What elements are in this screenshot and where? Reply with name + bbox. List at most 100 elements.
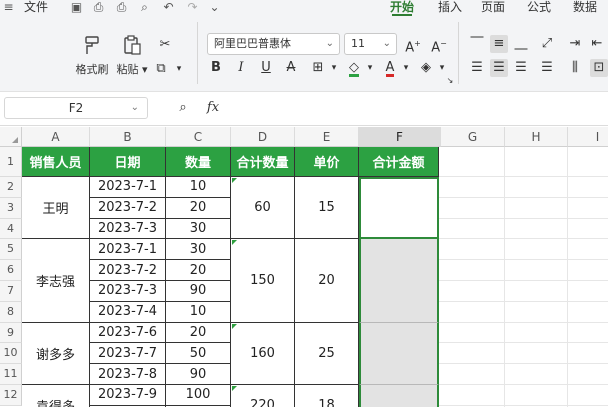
- date-cell[interactable]: 2023-7-4: [90, 301, 166, 323]
- row-header-2[interactable]: 2: [0, 177, 22, 198]
- column-header-d[interactable]: D: [231, 127, 295, 147]
- italic-button[interactable]: I: [232, 59, 250, 77]
- chevron-down-icon[interactable]: ▾: [433, 59, 451, 77]
- font-size-select[interactable]: 11 ⌄: [344, 33, 397, 55]
- tab-formula[interactable]: 公式: [527, 0, 551, 16]
- row-header-4[interactable]: 4: [0, 218, 22, 240]
- font-dialog-launcher-icon[interactable]: ↘: [445, 76, 455, 86]
- copy-chevron-icon[interactable]: ▾: [170, 60, 188, 78]
- row-header-7[interactable]: 7: [0, 281, 22, 302]
- print-preview-icon[interactable]: ⌕: [138, 1, 151, 14]
- merge-cells-icon[interactable]: ⊡: [590, 59, 608, 77]
- date-cell[interactable]: 2023-7-8: [90, 364, 166, 385]
- copy-icon[interactable]: ⧉: [152, 60, 170, 78]
- menu-icon[interactable]: ≡: [2, 1, 15, 14]
- salesperson-cell[interactable]: 李志强: [22, 239, 90, 323]
- file-menu[interactable]: 文件: [24, 0, 48, 16]
- row-header-10[interactable]: 10: [0, 343, 22, 365]
- indent-icon[interactable]: ⇥: [566, 35, 584, 53]
- quantity-cell[interactable]: 30: [166, 239, 231, 261]
- cut-icon[interactable]: ✂: [156, 36, 174, 54]
- chevron-down-icon[interactable]: ▾: [397, 59, 415, 77]
- table-header-cell[interactable]: 销售人员: [22, 147, 90, 177]
- align-right-icon[interactable]: ☰: [512, 59, 530, 77]
- increase-font-icon[interactable]: A+: [404, 35, 422, 55]
- row-header-8[interactable]: 8: [0, 301, 22, 323]
- bold-button[interactable]: B: [207, 59, 225, 77]
- export-pdf-icon[interactable]: ⎙: [92, 1, 105, 14]
- tab-page[interactable]: 页面: [481, 0, 505, 16]
- table-header-cell[interactable]: 单价: [295, 147, 359, 177]
- quantity-cell[interactable]: 20: [166, 197, 231, 219]
- quantity-cell[interactable]: 20: [166, 322, 231, 344]
- unit-price-cell[interactable]: 25: [295, 322, 359, 385]
- table-header-cell[interactable]: 日期: [90, 147, 166, 177]
- date-cell[interactable]: 2023-7-1: [90, 239, 166, 261]
- row-header-6[interactable]: 6: [0, 260, 22, 281]
- align-top-icon[interactable]: ⎺: [468, 35, 486, 53]
- row-header-1[interactable]: 1: [0, 147, 22, 177]
- redo-icon[interactable]: ↷: [186, 1, 199, 14]
- zoom-search-icon[interactable]: ⌕: [174, 99, 192, 117]
- chevron-down-icon[interactable]: ⌄: [208, 1, 221, 14]
- row-header-3[interactable]: 3: [0, 197, 22, 219]
- date-cell[interactable]: 2023-7-6: [90, 322, 166, 344]
- strikethrough-button[interactable]: A: [282, 59, 300, 77]
- table-header-cell[interactable]: 合计金额: [359, 147, 439, 177]
- decrease-font-icon[interactable]: A−: [430, 35, 448, 55]
- column-header-e[interactable]: E: [295, 127, 359, 147]
- justify-icon[interactable]: ☰: [538, 59, 556, 77]
- row-header-11[interactable]: 11: [0, 364, 22, 385]
- date-cell[interactable]: 2023-7-2: [90, 260, 166, 281]
- unit-price-cell[interactable]: 18: [295, 385, 359, 407]
- outdent-icon[interactable]: ⇤: [588, 35, 606, 53]
- print-icon[interactable]: ⎙: [115, 1, 128, 14]
- total-qty-cell[interactable]: 160: [231, 322, 295, 385]
- tab-insert[interactable]: 插入: [438, 0, 462, 16]
- quantity-cell[interactable]: 100: [166, 385, 231, 406]
- date-cell[interactable]: 2023-7-7: [90, 343, 166, 365]
- salesperson-cell[interactable]: 王明: [22, 177, 90, 240]
- date-cell[interactable]: 2023-7-3: [90, 218, 166, 240]
- total-qty-cell[interactable]: 60: [231, 177, 295, 240]
- column-header-g[interactable]: G: [441, 127, 505, 147]
- date-cell[interactable]: 2023-7-1: [90, 177, 166, 198]
- date-cell[interactable]: 2023-7-2: [90, 197, 166, 219]
- formula-input[interactable]: [232, 97, 604, 119]
- quantity-cell[interactable]: 10: [166, 301, 231, 323]
- align-bottom-icon[interactable]: ⎽: [512, 35, 530, 53]
- quantity-cell[interactable]: 90: [166, 281, 231, 302]
- column-header-a[interactable]: A: [22, 127, 90, 147]
- date-cell[interactable]: 2023-7-3: [90, 281, 166, 302]
- table-header-cell[interactable]: 数量: [166, 147, 231, 177]
- distributed-icon[interactable]: ⫼: [566, 59, 584, 77]
- column-header-b[interactable]: B: [90, 127, 166, 147]
- amount-cell[interactable]: [359, 385, 439, 407]
- orientation-icon[interactable]: ⤢: [538, 35, 556, 53]
- salesperson-cell[interactable]: 谢多多: [22, 322, 90, 385]
- quantity-cell[interactable]: 90: [166, 364, 231, 385]
- tab-home[interactable]: 开始: [390, 0, 414, 16]
- total-qty-cell[interactable]: 150: [231, 239, 295, 323]
- name-box[interactable]: F2 ⌄: [4, 97, 148, 119]
- underline-button[interactable]: U: [257, 59, 275, 77]
- quantity-cell[interactable]: 20: [166, 260, 231, 281]
- date-cell[interactable]: 2023-7-9: [90, 385, 166, 406]
- unit-price-cell[interactable]: 20: [295, 239, 359, 323]
- column-header-f[interactable]: F: [359, 127, 441, 147]
- amount-cell[interactable]: [359, 239, 439, 323]
- chevron-down-icon[interactable]: ▾: [325, 59, 343, 77]
- table-header-cell[interactable]: 合计数量: [231, 147, 295, 177]
- unit-price-cell[interactable]: 15: [295, 177, 359, 240]
- select-all-corner[interactable]: [0, 127, 22, 147]
- align-center-icon[interactable]: ☰: [490, 59, 508, 77]
- column-header-c[interactable]: C: [166, 127, 231, 147]
- align-middle-icon[interactable]: ≡: [490, 35, 508, 53]
- row-header-12[interactable]: 12: [0, 385, 22, 406]
- row-header-5[interactable]: 5: [0, 239, 22, 261]
- tab-data[interactable]: 数据: [573, 0, 597, 16]
- total-qty-cell[interactable]: 220: [231, 385, 295, 407]
- align-left-icon[interactable]: ☰: [468, 59, 486, 77]
- format-painter-button[interactable]: 格式刷: [72, 34, 112, 77]
- quantity-cell[interactable]: 10: [166, 177, 231, 198]
